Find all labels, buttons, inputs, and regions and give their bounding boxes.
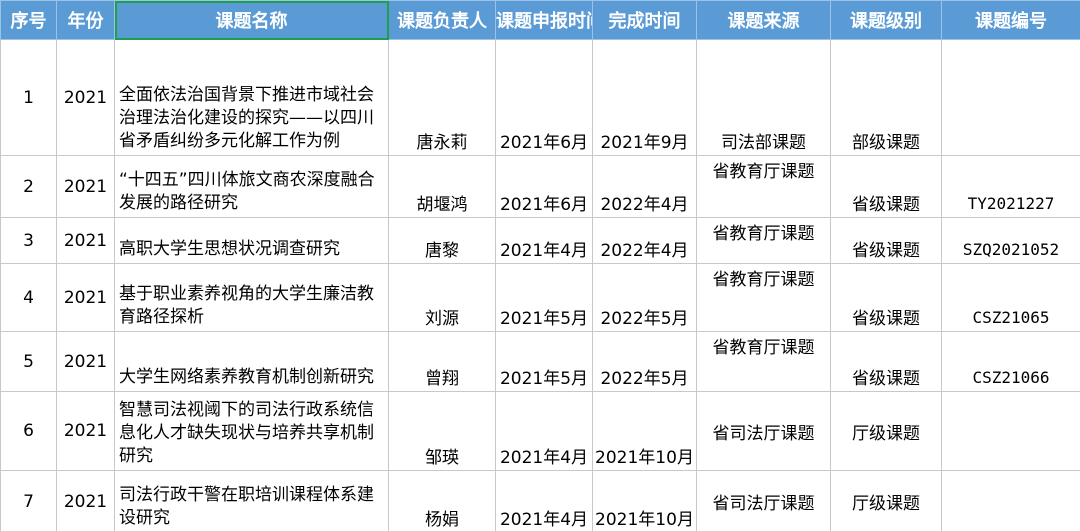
cell-year[interactable]: 2021 <box>56 391 115 471</box>
cell-seq[interactable]: 3 <box>0 217 57 264</box>
cell-code[interactable] <box>941 391 1080 471</box>
table-row: 5 2021 大学生网络素养教育机制创新研究 曾翔 2021年5月 2022年5… <box>0 331 1080 392</box>
header-seq[interactable]: 序号 <box>0 0 57 40</box>
cell-finish[interactable]: 2021年9月 <box>592 39 697 156</box>
cell-year[interactable]: 2021 <box>56 263 115 332</box>
research-projects-table: 序号 年份 课题名称 课题负责人 课题申报时间 完成时间 课题来源 课题级别 课… <box>0 0 1080 531</box>
cell-leader[interactable]: 胡堰鸿 <box>388 155 496 218</box>
cell-seq[interactable]: 7 <box>0 470 57 531</box>
cell-level[interactable]: 省级课题 <box>830 155 942 218</box>
cell-year[interactable]: 2021 <box>56 39 115 156</box>
cell-level[interactable]: 部级课题 <box>830 39 942 156</box>
header-level[interactable]: 课题级别 <box>830 0 942 40</box>
cell-finish[interactable]: 2021年10月 <box>592 391 697 471</box>
table-row: 7 2021 司法行政干警在职培训课程体系建设研究 杨娟 2021年4月 202… <box>0 470 1080 531</box>
cell-code[interactable] <box>941 39 1080 156</box>
cell-leader[interactable]: 杨娟 <box>388 470 496 531</box>
header-name[interactable]: 课题名称 <box>114 0 389 40</box>
header-code[interactable]: 课题编号 <box>941 0 1080 40</box>
spreadsheet: 序号 年份 课题名称 课题负责人 课题申报时间 完成时间 课题来源 课题级别 课… <box>0 0 1080 531</box>
cell-apply[interactable]: 2021年5月 <box>495 331 593 392</box>
cell-name[interactable]: 司法行政干警在职培训课程体系建设研究 <box>114 470 389 531</box>
cell-finish[interactable]: 2022年4月 <box>592 217 697 264</box>
cell-seq[interactable]: 4 <box>0 263 57 332</box>
cell-name[interactable]: 全面依法治国背景下推进市域社会治理法治化建设的探究——以四川省矛盾纠纷多元化解工… <box>114 39 389 156</box>
cell-code[interactable]: CSZ21065 <box>941 263 1080 332</box>
header-finish-time[interactable]: 完成时间 <box>592 0 697 40</box>
cell-level[interactable]: 省级课题 <box>830 331 942 392</box>
table-row: 6 2021 智慧司法视阈下的司法行政系统信息化人才缺失现状与培养共享机制研究 … <box>0 391 1080 471</box>
cell-name[interactable]: 高职大学生思想状况调查研究 <box>114 217 389 264</box>
cell-level[interactable]: 厅级课题 <box>830 470 942 531</box>
header-source[interactable]: 课题来源 <box>696 0 831 40</box>
table-row: 4 2021 基于职业素养视角的大学生廉洁教育路径探析 刘源 2021年5月 2… <box>0 263 1080 332</box>
cell-leader[interactable]: 曾翔 <box>388 331 496 392</box>
cell-apply[interactable]: 2021年6月 <box>495 39 593 156</box>
cell-apply[interactable]: 2021年4月 <box>495 470 593 531</box>
cell-source[interactable]: 省司法厅课题 <box>696 470 831 531</box>
cell-code[interactable] <box>941 470 1080 531</box>
cell-level[interactable]: 省级课题 <box>830 217 942 264</box>
cell-leader[interactable]: 刘源 <box>388 263 496 332</box>
cell-apply[interactable]: 2021年5月 <box>495 263 593 332</box>
table-row: 1 2021 全面依法治国背景下推进市域社会治理法治化建设的探究——以四川省矛盾… <box>0 39 1080 156</box>
header-row: 序号 年份 课题名称 课题负责人 课题申报时间 完成时间 课题来源 课题级别 课… <box>0 0 1080 40</box>
cell-finish[interactable]: 2022年4月 <box>592 155 697 218</box>
cell-name[interactable]: 智慧司法视阈下的司法行政系统信息化人才缺失现状与培养共享机制研究 <box>114 391 389 471</box>
cell-year[interactable]: 2021 <box>56 217 115 264</box>
cell-level[interactable]: 厅级课题 <box>830 391 942 471</box>
cell-source[interactable]: 省教育厅课题 <box>696 155 831 218</box>
table-row: 3 2021 高职大学生思想状况调查研究 唐黎 2021年4月 2022年4月 … <box>0 217 1080 264</box>
cell-year[interactable]: 2021 <box>56 470 115 531</box>
cell-source[interactable]: 省教育厅课题 <box>696 331 831 392</box>
header-year[interactable]: 年份 <box>56 0 115 40</box>
cell-finish[interactable]: 2021年10月 <box>592 470 697 531</box>
table-row: 2 2021 “十四五”四川体旅文商农深度融合发展的路径研究 胡堰鸿 2021年… <box>0 155 1080 218</box>
cell-name[interactable]: 大学生网络素养教育机制创新研究 <box>114 331 389 392</box>
cell-year[interactable]: 2021 <box>56 331 115 392</box>
cell-seq[interactable]: 1 <box>0 39 57 156</box>
cell-code[interactable]: CSZ21066 <box>941 331 1080 392</box>
cell-source[interactable]: 省教育厅课题 <box>696 263 831 332</box>
cell-seq[interactable]: 5 <box>0 331 57 392</box>
cell-seq[interactable]: 2 <box>0 155 57 218</box>
cell-code[interactable]: TY2021227 <box>941 155 1080 218</box>
cell-name[interactable]: “十四五”四川体旅文商农深度融合发展的路径研究 <box>114 155 389 218</box>
cell-source[interactable]: 省教育厅课题 <box>696 217 831 264</box>
header-apply-time[interactable]: 课题申报时间 <box>495 0 593 40</box>
cell-apply[interactable]: 2021年4月 <box>495 217 593 264</box>
cell-year[interactable]: 2021 <box>56 155 115 218</box>
cell-leader[interactable]: 唐黎 <box>388 217 496 264</box>
cell-code[interactable]: SZQ2021052 <box>941 217 1080 264</box>
cell-seq[interactable]: 6 <box>0 391 57 471</box>
cell-level[interactable]: 省级课题 <box>830 263 942 332</box>
cell-finish[interactable]: 2022年5月 <box>592 263 697 332</box>
cell-leader[interactable]: 邹瑛 <box>388 391 496 471</box>
cell-apply[interactable]: 2021年4月 <box>495 391 593 471</box>
cell-leader[interactable]: 唐永莉 <box>388 39 496 156</box>
cell-name[interactable]: 基于职业素养视角的大学生廉洁教育路径探析 <box>114 263 389 332</box>
cell-source[interactable]: 省司法厅课题 <box>696 391 831 471</box>
cell-apply[interactable]: 2021年6月 <box>495 155 593 218</box>
cell-source[interactable]: 司法部课题 <box>696 39 831 156</box>
header-leader[interactable]: 课题负责人 <box>388 0 496 40</box>
cell-finish[interactable]: 2022年5月 <box>592 331 697 392</box>
